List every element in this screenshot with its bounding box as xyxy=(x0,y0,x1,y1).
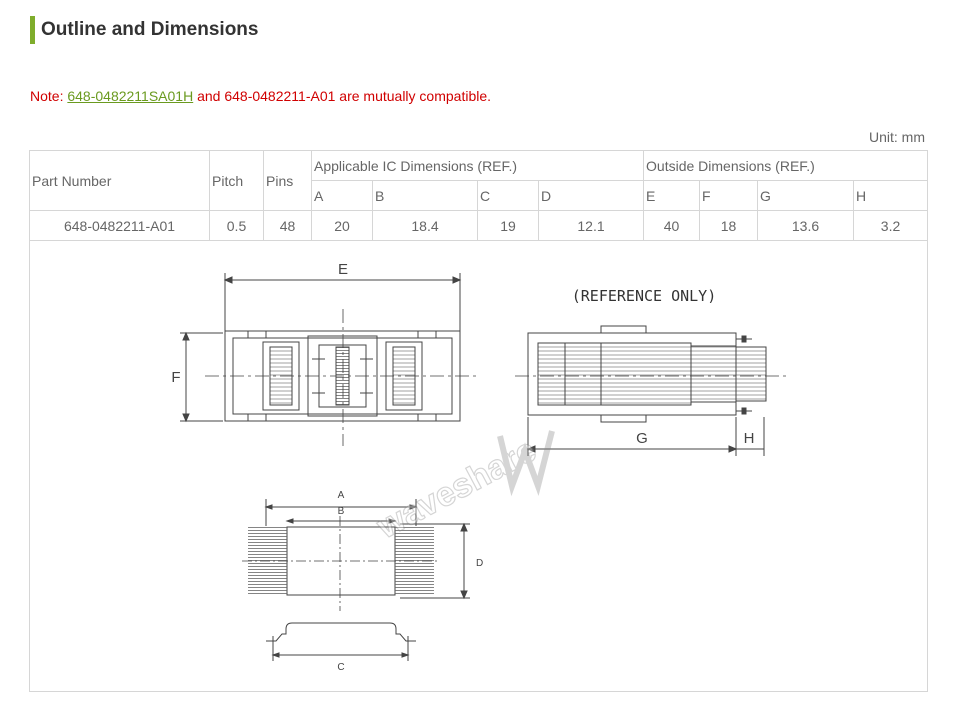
header-col-c: C xyxy=(477,180,539,211)
cell-part-number: 648-0482211-A01 xyxy=(29,210,210,241)
watermark-text: waveshare xyxy=(370,431,542,547)
table-row: 648-0482211-A01 0.5 48 20 18.4 19 12.1 4… xyxy=(29,210,929,241)
section-title-bar: Outline and Dimensions xyxy=(30,16,258,44)
part-link[interactable]: 648-0482211SA01H xyxy=(67,88,193,104)
label-h: H xyxy=(744,430,755,447)
header-pins: Pins xyxy=(263,150,312,211)
dimensions-table: Part Number Pitch Pins Applicable IC Dim… xyxy=(28,150,929,692)
compatibility-note: Note: 648-0482211SA01H and 648-0482211-A… xyxy=(30,88,491,104)
header-ic-group: Applicable IC Dimensions (REF.) xyxy=(310,150,645,181)
note-suffix: and 648-0482211-A01 are mutually compati… xyxy=(193,88,492,104)
socket-top-view xyxy=(180,273,480,446)
label-g: G xyxy=(636,430,648,447)
waveshare-watermark: waveshare xyxy=(369,430,555,547)
label-d: D xyxy=(476,558,483,569)
label-a: A xyxy=(338,490,345,501)
header-part-number: Part Number xyxy=(29,150,210,211)
header-col-d: D xyxy=(537,180,645,211)
header-col-a: A xyxy=(311,180,373,211)
label-f: F xyxy=(171,369,180,386)
cell-e: 40 xyxy=(643,210,701,241)
cell-f: 18 xyxy=(699,210,759,241)
label-b: B xyxy=(338,506,345,517)
cell-g: 13.6 xyxy=(757,210,855,241)
unit-label: Unit: mm xyxy=(869,129,925,145)
cell-h: 3.2 xyxy=(853,210,929,241)
header-col-g: G xyxy=(757,180,855,211)
cell-pitch: 0.5 xyxy=(209,210,264,241)
label-c: C xyxy=(337,662,344,673)
header-col-f: F xyxy=(699,180,759,211)
outline-drawing: E F (REFERENCE ONLY) G H A B D C wavesha… xyxy=(171,261,790,673)
drawing-cell: E F (REFERENCE ONLY) G H A B D C wavesha… xyxy=(28,240,929,692)
section-title: Outline and Dimensions xyxy=(41,19,259,40)
header-outside-group: Outside Dimensions (REF.) xyxy=(643,150,929,181)
header-col-h: H xyxy=(853,180,929,211)
header-row-1: Part Number Pitch Pins Applicable IC Dim… xyxy=(29,150,929,211)
header-col-e: E xyxy=(643,180,701,211)
cell-d: 12.1 xyxy=(537,210,645,241)
cell-c: 19 xyxy=(477,210,539,241)
drawing-row: E F (REFERENCE ONLY) G H A B D C wavesha… xyxy=(28,240,929,692)
label-e: E xyxy=(338,261,348,278)
cell-a: 20 xyxy=(311,210,373,241)
cell-pins: 48 xyxy=(263,210,312,241)
ic-package-drawing xyxy=(242,499,470,661)
note-prefix: Note: xyxy=(30,88,68,104)
reference-note: (REFERENCE ONLY) xyxy=(572,287,717,305)
header-pitch: Pitch xyxy=(209,150,264,211)
header-col-b: B xyxy=(372,180,478,211)
cell-b: 18.4 xyxy=(372,210,478,241)
